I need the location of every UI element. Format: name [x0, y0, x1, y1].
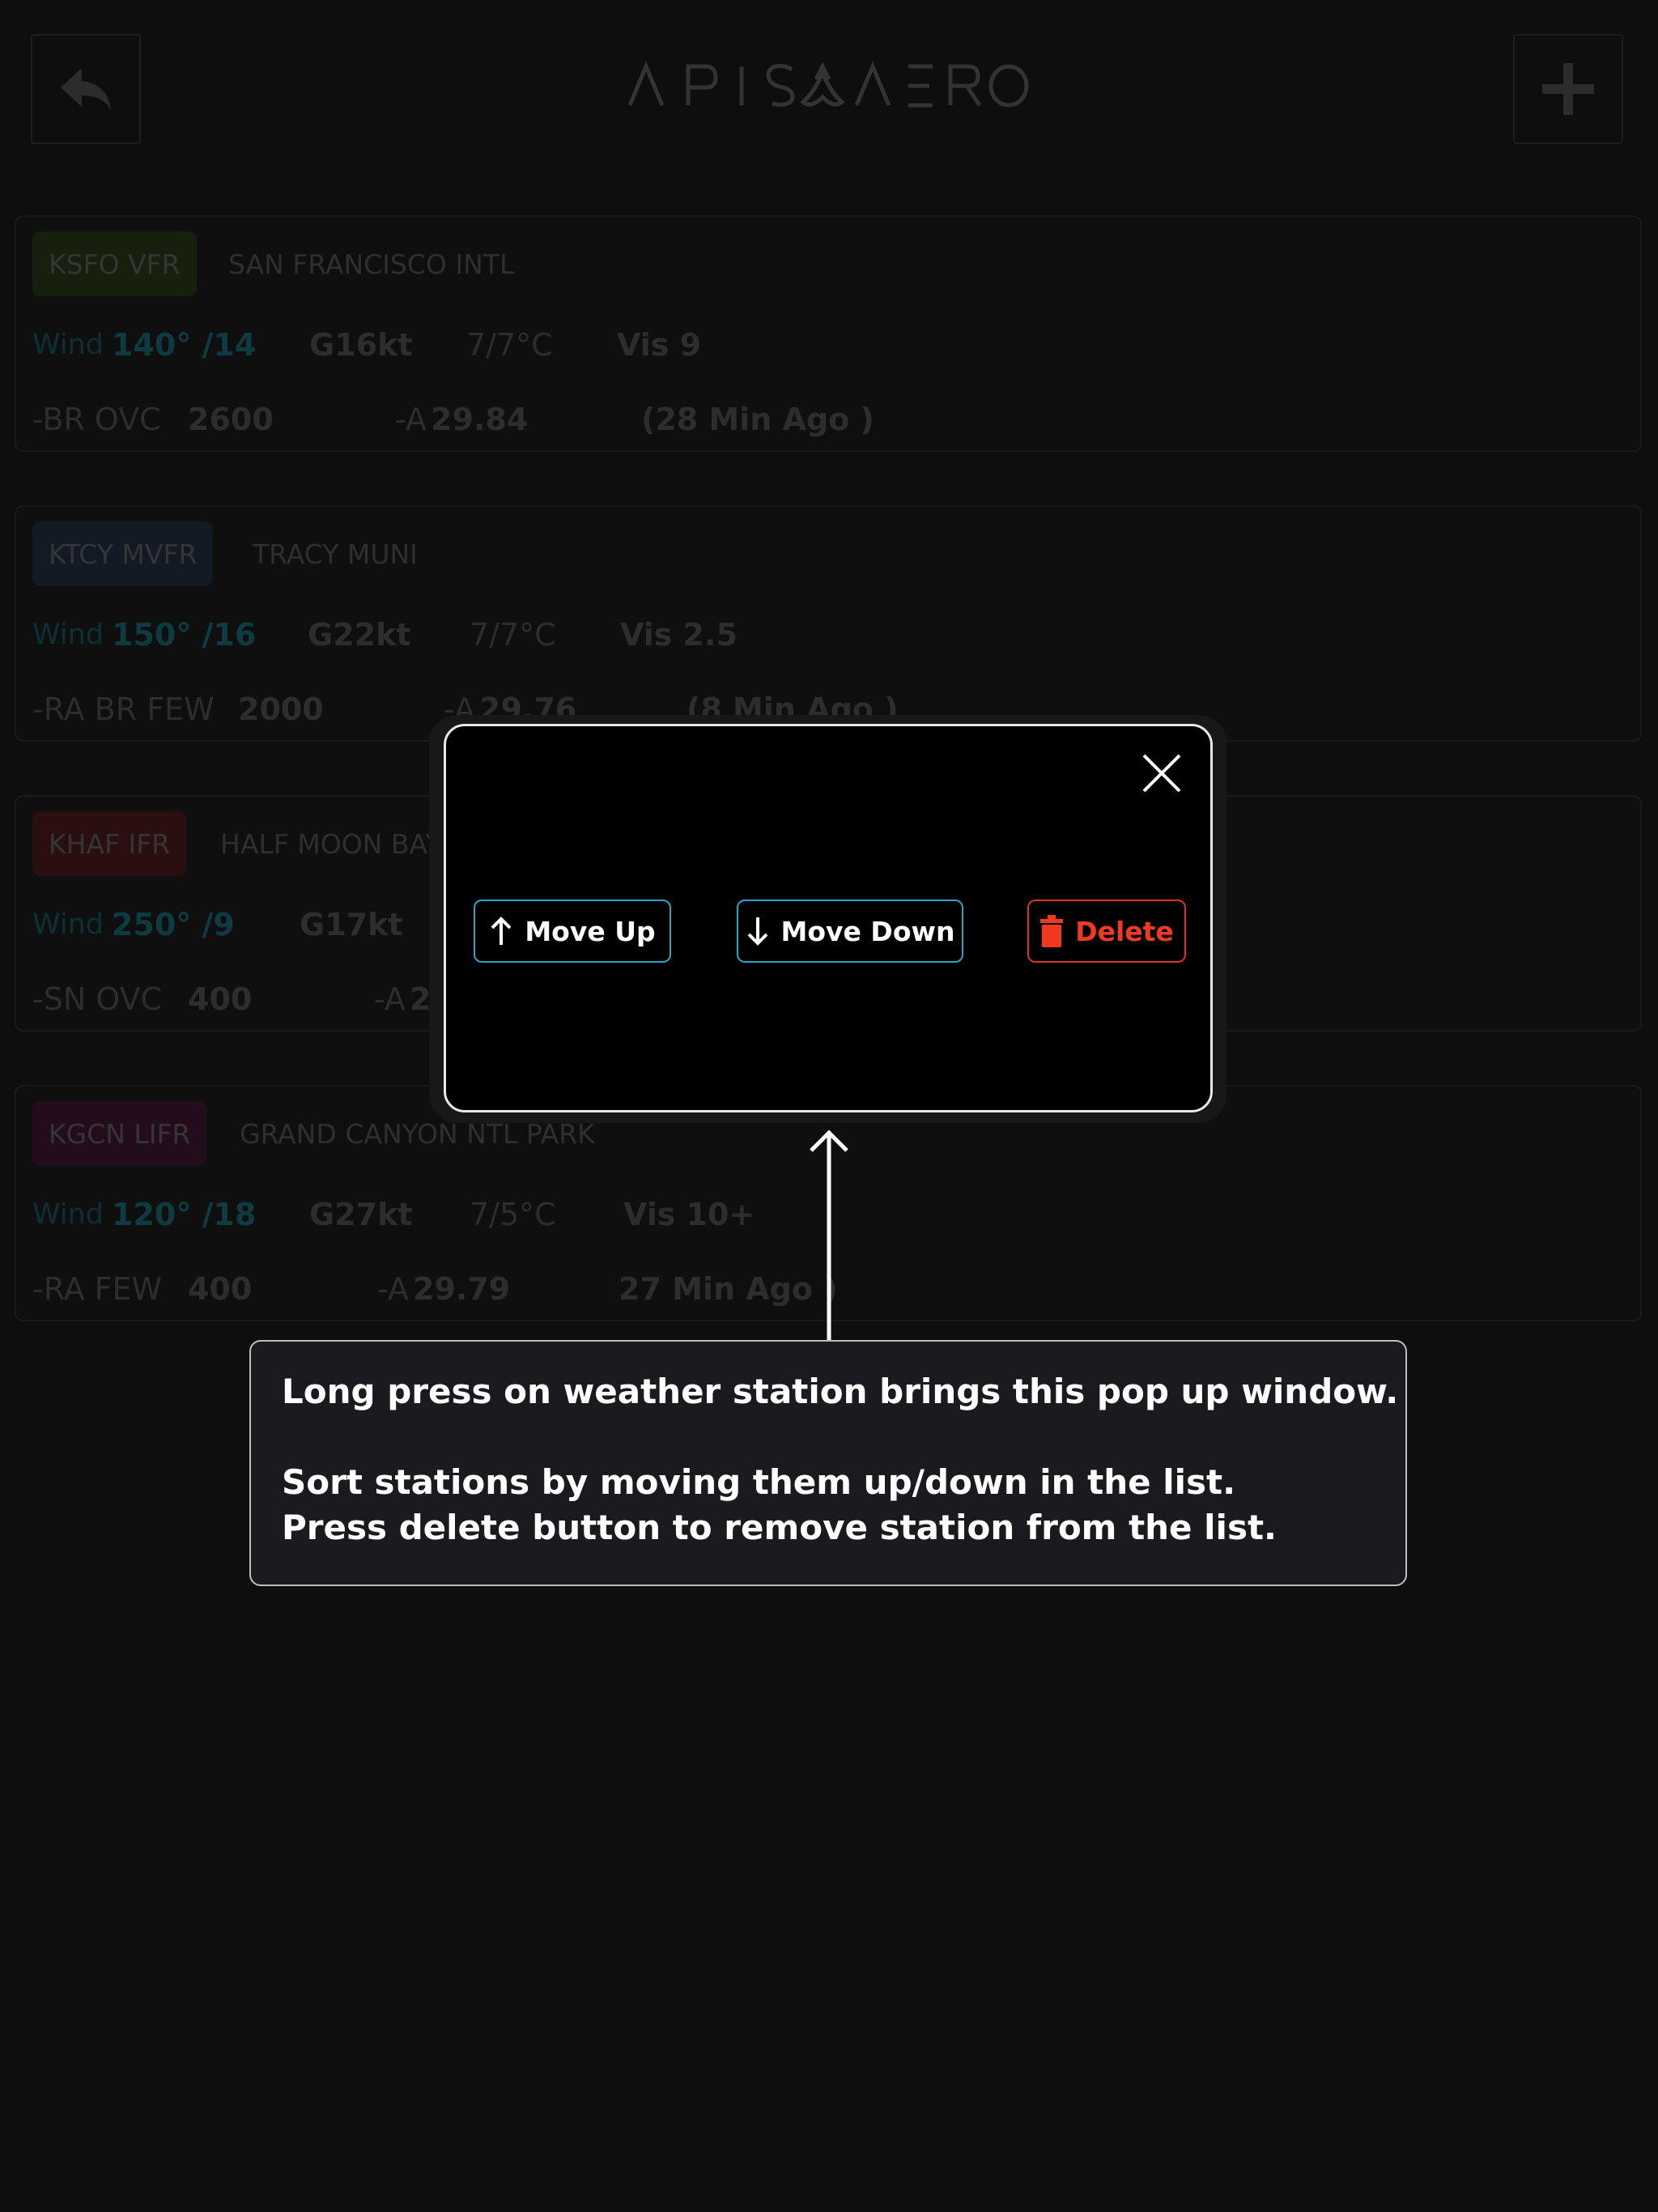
report-age: (28 Min Ago ) — [641, 402, 874, 437]
weather-conditions: -BR OVC — [32, 402, 161, 437]
station-options-modal: Move Up Move Down Delete — [444, 724, 1213, 1112]
weather-conditions: -SN OVC — [32, 981, 163, 1017]
weather-conditions: -RA BR FEW — [32, 691, 215, 727]
temperature: 7/7°C — [470, 617, 556, 653]
ceiling: 2600 — [188, 402, 274, 437]
add-station-button[interactable] — [1513, 34, 1623, 144]
app-screen: KSFO VFR SAN FRANCISCO INTL Wind 140° /1… — [0, 0, 1658, 2212]
back-arrow-icon — [61, 68, 111, 110]
wind-label: Wind — [32, 908, 104, 941]
altimeter: 29.79 — [413, 1271, 511, 1307]
wind-label: Wind — [32, 329, 104, 361]
flight-category-badge: KHAF IFR — [32, 811, 187, 876]
arrow-down-icon — [747, 917, 767, 946]
flight-category-badge: KSFO VFR — [32, 232, 197, 296]
station-name: HALF MOON BAY — [220, 827, 442, 860]
arrow-up-icon — [491, 917, 512, 945]
visibility: Vis 10+ — [623, 1197, 755, 1232]
altimeter-prefix: -A — [374, 981, 406, 1017]
wind-gust: G16kt — [309, 327, 413, 363]
altimeter-prefix: -A — [377, 1271, 409, 1307]
wind-gust: G27kt — [309, 1197, 413, 1232]
plus-icon — [1542, 63, 1594, 115]
flight-category-badge: KTCY MVFR — [32, 521, 214, 586]
apis-aero-logo — [628, 61, 1029, 108]
move-down-button[interactable]: Move Down — [737, 900, 963, 963]
move-up-label: Move Up — [525, 915, 656, 947]
wind-label: Wind — [32, 1198, 104, 1231]
wind-gust: G17kt — [300, 907, 403, 942]
station-name: TRACY MUNI — [253, 538, 418, 570]
station-card[interactable]: KTCY MVFR TRACY MUNI Wind 150° /16 G22kt… — [15, 505, 1642, 742]
altimeter-prefix: -A — [395, 402, 427, 437]
ceiling: 2000 — [238, 691, 324, 727]
station-name: SAN FRANCISCO INTL — [228, 248, 515, 280]
visibility: Vis 2.5 — [620, 617, 738, 653]
wind-gust: G22kt — [308, 617, 411, 653]
station-card[interactable]: KSFO VFR SAN FRANCISCO INTL Wind 140° /1… — [15, 215, 1642, 452]
tooltip-line: Long press on weather station brings thi… — [282, 1372, 1399, 1411]
back-button[interactable] — [31, 34, 141, 144]
pointer-arrow — [810, 1129, 848, 1342]
temperature: 7/5°C — [470, 1197, 556, 1232]
trash-icon — [1040, 915, 1064, 947]
ceiling: 400 — [188, 981, 253, 1017]
wind-value: 120° /18 — [112, 1197, 257, 1232]
ceiling: 400 — [188, 1271, 253, 1307]
flight-category-badge: KGCN LIFR — [32, 1101, 207, 1166]
delete-label: Delete — [1075, 915, 1174, 947]
visibility: Vis 9 — [617, 327, 702, 363]
instruction-tooltip: Long press on weather station brings thi… — [249, 1340, 1407, 1586]
weather-conditions: -RA FEW — [32, 1271, 163, 1307]
close-button[interactable] — [1137, 749, 1186, 798]
wind-value: 140° /14 — [112, 327, 257, 363]
altimeter: 29.84 — [431, 402, 529, 437]
tooltip-line: Press delete button to remove station fr… — [282, 1508, 1277, 1547]
delete-button[interactable]: Delete — [1027, 900, 1186, 963]
wind-value: 150° /16 — [112, 617, 257, 653]
move-down-label: Move Down — [780, 915, 955, 947]
move-up-button[interactable]: Move Up — [474, 900, 671, 963]
tooltip-line: Sort stations by moving them up/down in … — [282, 1462, 1236, 1502]
wind-value: 250° /9 — [112, 907, 235, 942]
temperature: 7/7°C — [466, 327, 553, 363]
wind-label: Wind — [32, 619, 104, 651]
close-icon — [1142, 754, 1181, 793]
